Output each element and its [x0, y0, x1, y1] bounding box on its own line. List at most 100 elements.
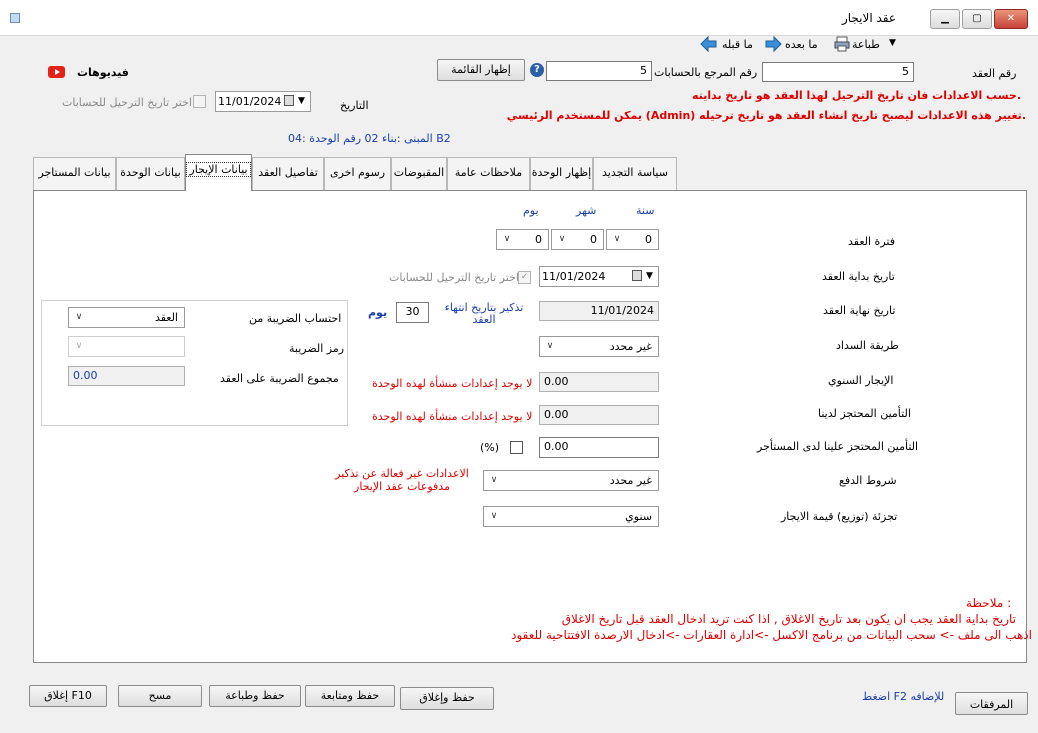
- save-print-button[interactable]: حفظ وطباعة: [209, 685, 301, 707]
- no-settings-warning-2: لا يوجد إعدادات منشأة لهذه الوحدة: [372, 410, 533, 423]
- tax-calc-label: احتساب الضريبة من: [249, 312, 342, 325]
- chevron-down-icon[interactable]: ∨: [488, 507, 500, 526]
- deposit-with-tenant-input[interactable]: 0.00: [539, 437, 659, 458]
- start-date-picker[interactable]: 11/01/2024 ▼: [539, 266, 659, 287]
- payment-terms-select[interactable]: ∨ غير محدد: [483, 470, 659, 491]
- end-date-label: تاريخ نهاية العقد: [823, 304, 896, 317]
- chevron-down-icon[interactable]: ∨: [73, 337, 85, 356]
- rent-split-select[interactable]: ∨ سنوي: [483, 506, 659, 527]
- tab-renewal-policy[interactable]: سياسة التجديد: [593, 157, 677, 190]
- reminder-unit: يوم: [368, 306, 388, 319]
- start-posting-date-checkbox[interactable]: ✓: [518, 271, 531, 284]
- period-label: فترة العقد: [848, 235, 895, 248]
- prev-button-label[interactable]: ما قبله: [722, 38, 753, 51]
- chevron-down-icon[interactable]: ▼: [298, 92, 305, 111]
- tab-tenant-data[interactable]: بيانات المستاجر: [33, 157, 116, 190]
- print-button-label[interactable]: طباعة: [852, 38, 880, 51]
- calendar-icon[interactable]: [284, 95, 294, 106]
- save-close-button[interactable]: حفظ وإغلاق: [400, 687, 494, 710]
- notice-line-1: حسب الاعدادات فان تاريخ الترحيل لهذا الع…: [692, 89, 1021, 102]
- date-value: 11/01/2024: [218, 95, 282, 108]
- deposit-with-us-field: 0.00: [539, 405, 659, 425]
- calendar-icon[interactable]: [632, 270, 642, 281]
- building-info: المبنى :بناء 02 رقم الوحدة :04 B2: [288, 132, 451, 145]
- year-header: سنة: [636, 204, 655, 217]
- tab-receipts[interactable]: المقبوضات: [391, 157, 447, 190]
- chevron-down-icon[interactable]: ∨: [611, 230, 623, 249]
- youtube-icon[interactable]: [48, 66, 65, 78]
- arrow-right-icon[interactable]: [764, 35, 782, 53]
- period-years-select[interactable]: ∨ 0: [606, 229, 659, 250]
- minimize-button[interactable]: ▁: [930, 9, 960, 29]
- percent-checkbox[interactable]: [510, 441, 523, 454]
- note-title: ملاحظة :: [966, 596, 1012, 610]
- chevron-down-icon[interactable]: ∨: [488, 471, 500, 490]
- posting-date-checkbox[interactable]: [193, 95, 206, 108]
- contract-number-label: رقم العقد: [972, 67, 1017, 80]
- tax-calc-select[interactable]: ∨ العقد: [68, 307, 185, 328]
- month-header: شهر: [576, 204, 597, 217]
- deposit-with-us-label: التأمين المحتجز لدينا: [818, 407, 911, 420]
- contract-number-input[interactable]: 5: [762, 62, 914, 82]
- day-header: يوم: [523, 204, 539, 217]
- note-line-1: تاريخ بداية العقد يجب ان يكون بعد تاريخ …: [561, 612, 1016, 626]
- payment-method-label: طريقة السداد: [836, 339, 899, 352]
- f2-hint: اضغط F2 للإضافه: [862, 690, 945, 703]
- next-button-label[interactable]: ما بعده: [785, 38, 818, 51]
- arrow-left-icon[interactable]: [700, 35, 718, 53]
- ref-number-input[interactable]: 5: [546, 61, 652, 81]
- tab-panel-rent-data: [33, 190, 1027, 663]
- end-date-field: 11/01/2024: [539, 301, 659, 321]
- annual-rent-label: الإيجار السنوي: [828, 374, 894, 387]
- tab-general-notes[interactable]: ملاحظات عامة: [447, 157, 530, 190]
- videos-label[interactable]: فيديوهات: [77, 66, 129, 79]
- attachments-button[interactable]: المرفقات: [955, 692, 1028, 715]
- chevron-down-icon[interactable]: ∨: [556, 230, 568, 249]
- payment-terms-label: شروط الدفع: [839, 474, 897, 487]
- percent-label: (%): [480, 441, 500, 454]
- title-bar: عقد الايجار ▁ ▢ ✕: [0, 0, 1038, 36]
- ref-number-label: رقم المرجع بالحسابات: [654, 66, 758, 79]
- chevron-down-icon[interactable]: ∨: [544, 337, 556, 356]
- window-title: عقد الايجار: [841, 11, 896, 25]
- posting-date-label: اختر تاريخ الترحيل للحسابات: [62, 96, 192, 109]
- start-posting-date-label: اختر تاريخ الترحيل للحسابات: [389, 271, 519, 284]
- period-months-select[interactable]: ∨ 0: [551, 229, 604, 250]
- tab-other-fees[interactable]: رسوم اخرى: [324, 157, 391, 190]
- print-dropdown-arrow-icon[interactable]: ▼: [889, 38, 896, 48]
- reminder-label: تذكير بتاريخ انتهاء العقد: [444, 301, 524, 326]
- tax-code-select[interactable]: ∨: [68, 336, 185, 357]
- save-continue-button[interactable]: حفظ ومتابعة: [305, 685, 395, 707]
- rent-split-label: تجزئة (توزيع) قيمة الايجار: [781, 510, 898, 523]
- chevron-down-icon[interactable]: ∨: [501, 230, 513, 249]
- tab-rent-data[interactable]: بيانات الإيجار: [185, 154, 252, 191]
- close-window-button[interactable]: ✕: [994, 9, 1028, 29]
- close-button[interactable]: إغلاق F10: [29, 685, 107, 707]
- tax-total-field: 0.00: [68, 366, 185, 386]
- annual-rent-field: 0.00: [539, 372, 659, 392]
- start-date-label: تاريخ بداية العقد: [822, 270, 895, 283]
- app-icon: [10, 13, 20, 23]
- tab-show-unit[interactable]: إظهار الوحدة: [530, 157, 593, 190]
- date-picker[interactable]: 11/01/2024 ▼: [215, 91, 311, 112]
- tab-unit-data[interactable]: بيانات الوحدة: [116, 157, 185, 190]
- printer-icon[interactable]: [834, 36, 850, 52]
- payment-method-select[interactable]: ∨ غير محدد: [539, 336, 659, 357]
- tax-code-label: رمز الضريبة: [289, 342, 345, 355]
- period-days-select[interactable]: ∨ 0: [496, 229, 549, 250]
- chevron-down-icon[interactable]: ▼: [646, 267, 653, 286]
- reminder-days-input[interactable]: 30: [396, 302, 429, 323]
- no-settings-warning-1: لا يوجد إعدادات منشأة لهذه الوحدة: [372, 377, 533, 390]
- clear-button[interactable]: مسح: [118, 685, 202, 707]
- help-icon[interactable]: ?: [530, 63, 544, 77]
- deposit-with-tenant-label: التأمين المحتجز علينا لدى المستأجر: [757, 440, 919, 453]
- show-list-button[interactable]: إظهار القائمة: [437, 59, 525, 81]
- tax-total-label: مجموع الضريبة على العقد: [220, 372, 339, 385]
- chevron-down-icon[interactable]: ∨: [73, 308, 85, 327]
- reminder-settings-warning: الاعدادات غير فعالة عن تذكير مدفوعات عقد…: [335, 467, 469, 493]
- notice-line-2: يمكن للمستخدم الرئيسي (Admin) تغيير هذه …: [506, 109, 1026, 122]
- note-line-2: اذهب الى ملف -> سحب البيانات من برنامج ا…: [511, 628, 1032, 642]
- maximize-button[interactable]: ▢: [962, 9, 992, 29]
- date-label: التاريخ: [340, 99, 369, 112]
- tab-contract-details[interactable]: تفاصيل العقد: [252, 157, 324, 190]
